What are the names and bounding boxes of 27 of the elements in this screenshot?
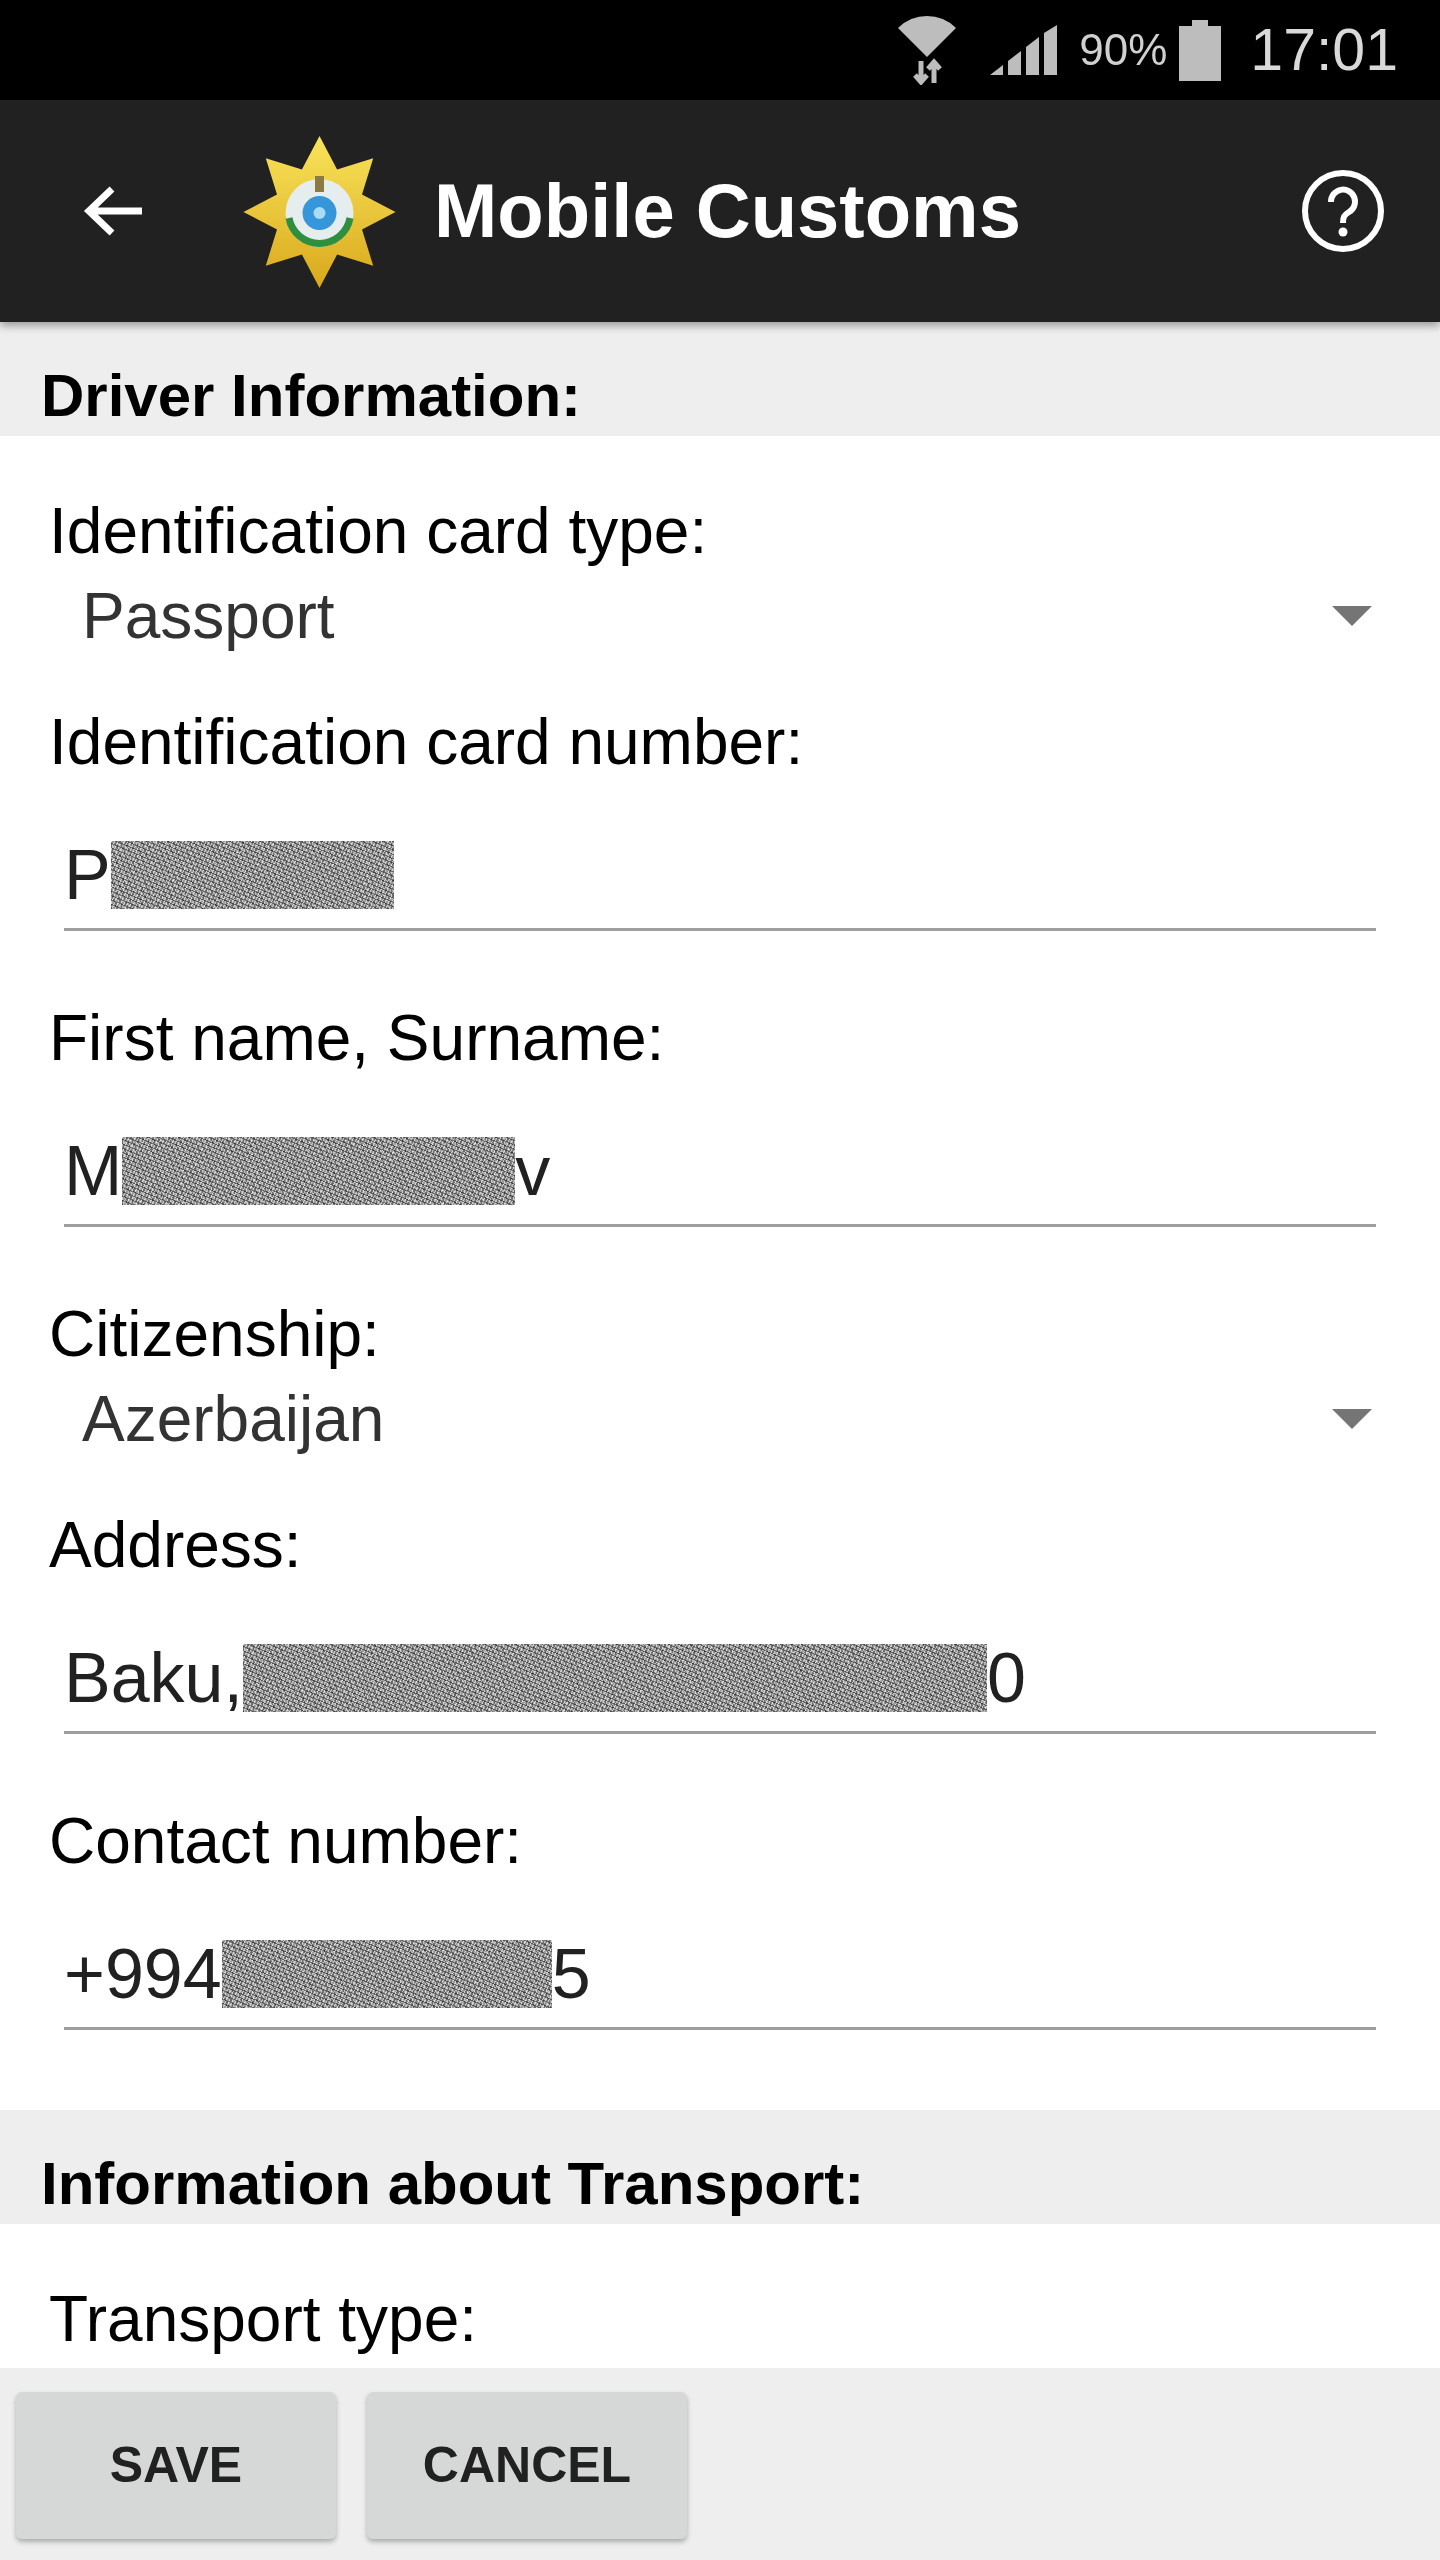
field-label: Citizenship:: [49, 1299, 380, 1369]
field-label: Contact number:: [49, 1806, 523, 1876]
text-field[interactable]: Baku, 0: [64, 1638, 1376, 1734]
dropdown-triangle-icon: [1332, 1409, 1372, 1429]
dropdown[interactable]: Passport: [82, 566, 1372, 666]
field-label: Transport type:: [49, 2284, 478, 2354]
field-label: Identification card number:: [49, 707, 804, 777]
section-title: Driver Information:: [41, 361, 582, 431]
battery-percent: 90%: [1079, 28, 1168, 72]
star-emblem-icon: [242, 133, 397, 289]
save-button[interactable]: SAVE: [16, 2392, 336, 2539]
dropdown[interactable]: Azerbaijan: [82, 1369, 1372, 1469]
dropdown-triangle-icon: [1332, 606, 1372, 626]
clock-time: 17:01: [1250, 20, 1398, 80]
text-field[interactable]: P: [64, 835, 1376, 931]
cancel-button[interactable]: CANCEL: [367, 2392, 687, 2539]
help-icon[interactable]: [1301, 169, 1385, 253]
signal-icon: [990, 25, 1058, 75]
back-arrow-icon[interactable]: [82, 185, 144, 237]
battery-icon: [1179, 19, 1222, 81]
text-field[interactable]: M v: [64, 1131, 1376, 1227]
section-title: Information about Transport:: [41, 2149, 865, 2219]
text-field[interactable]: +994 5: [64, 1934, 1376, 2030]
field-label: Identification card type:: [49, 496, 708, 566]
app-title: Mobile Customs: [434, 173, 1021, 249]
field-label: First name, Surname:: [49, 1003, 665, 1073]
field-label: Address:: [49, 1510, 302, 1580]
